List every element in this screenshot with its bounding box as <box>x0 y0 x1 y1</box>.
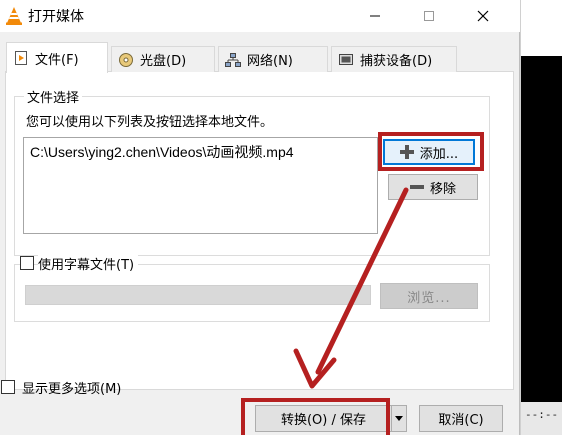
more-options-label[interactable]: 显示更多选项(M) <box>22 378 121 397</box>
file-icon <box>15 51 27 65</box>
minimize-button[interactable] <box>352 0 398 32</box>
tab-file[interactable]: 文件(F) <box>6 42 108 73</box>
file-selection-title: 文件选择 <box>24 87 83 106</box>
subtitle-path-field <box>25 285 371 305</box>
tab-file-label: 文件(F) <box>35 52 79 68</box>
disc-icon <box>119 52 133 67</box>
tab-disc-label: 光盘(D) <box>140 54 187 69</box>
browse-button: 浏览... <box>380 283 478 309</box>
remove-file-button[interactable]: 移除 <box>388 174 478 200</box>
tab-network[interactable]: 网络(N) <box>218 46 328 72</box>
maximize-button[interactable] <box>406 0 452 32</box>
window-title: 打开媒体 <box>28 9 84 25</box>
convert-dropdown-button[interactable] <box>391 405 407 432</box>
background-video-area <box>521 56 562 435</box>
caret-down-icon <box>395 415 403 421</box>
tab-disc[interactable]: 光盘(D) <box>111 46 215 72</box>
minus-icon <box>409 185 424 189</box>
convert-button-highlight <box>241 398 390 435</box>
maximize-icon <box>424 11 434 21</box>
vlc-cone-icon <box>6 7 22 25</box>
remove-file-label: 移除 <box>429 181 456 197</box>
tab-capture-device[interactable]: 捕获设备(D) <box>331 46 457 72</box>
cancel-button[interactable]: 取消(C) <box>419 405 503 432</box>
tab-capture-label: 捕获设备(D) <box>360 54 433 69</box>
subtitle-checkbox-label[interactable]: 使用字幕文件(T) <box>38 254 139 273</box>
add-button-highlight <box>378 132 484 171</box>
background-time-readout: --:-- <box>521 402 562 435</box>
network-icon <box>225 52 241 67</box>
file-list-item[interactable]: C:\Users\ying2.chen\Videos\动画视频.mp4 <box>30 142 294 162</box>
subtitle-checkbox[interactable] <box>20 256 34 270</box>
file-selection-hint: 您可以使用以下列表及按钮选择本地文件。 <box>26 115 274 130</box>
more-options-checkbox[interactable] <box>1 380 15 394</box>
capture-device-icon <box>339 53 353 65</box>
tab-network-label: 网络(N) <box>247 54 293 69</box>
close-button[interactable] <box>460 0 506 32</box>
minimize-icon <box>370 15 380 17</box>
close-icon <box>477 10 489 22</box>
